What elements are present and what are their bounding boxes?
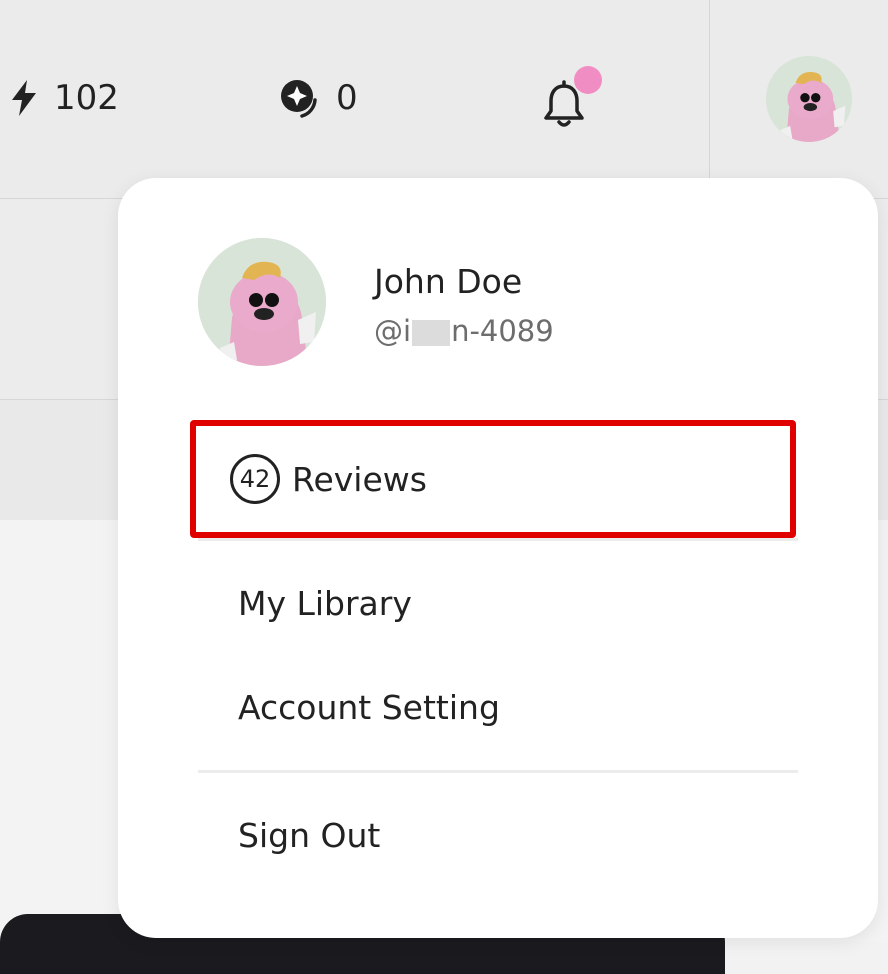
top-bar — [0, 0, 888, 199]
menu-item-my-library[interactable]: My Library — [238, 584, 412, 623]
top-bar-divider — [709, 0, 710, 178]
redacted-text — [412, 320, 451, 346]
menu-divider — [198, 538, 798, 541]
profile-avatar — [198, 238, 326, 366]
avatar[interactable] — [766, 56, 852, 142]
lightning-bolt-icon — [8, 79, 40, 117]
notification-dot — [574, 66, 602, 94]
menu-divider — [198, 770, 798, 773]
account-dropdown-menu: John Doe @i n-4089 42 Reviews My Library … — [118, 178, 878, 938]
coins-stat[interactable]: 0 — [278, 76, 358, 120]
handle-prefix: @i — [374, 314, 412, 348]
profile-handle: @i n-4089 — [374, 314, 554, 348]
coins-value: 0 — [336, 78, 358, 118]
reviews-label: Reviews — [292, 459, 427, 499]
profile-name: John Doe — [374, 262, 523, 301]
energy-stat[interactable]: 102 — [8, 76, 119, 120]
menu-item-sign-out[interactable]: Sign Out — [238, 816, 380, 855]
cartoon-character-icon — [766, 56, 852, 142]
compass-coin-icon — [278, 76, 322, 120]
reviews-menu-item[interactable]: 42 Reviews — [190, 420, 796, 538]
reviews-count-badge: 42 — [230, 454, 280, 504]
energy-value: 102 — [54, 78, 119, 118]
menu-item-account-setting[interactable]: Account Setting — [238, 688, 500, 727]
handle-suffix: n-4089 — [451, 314, 554, 348]
cartoon-character-icon — [198, 238, 326, 366]
